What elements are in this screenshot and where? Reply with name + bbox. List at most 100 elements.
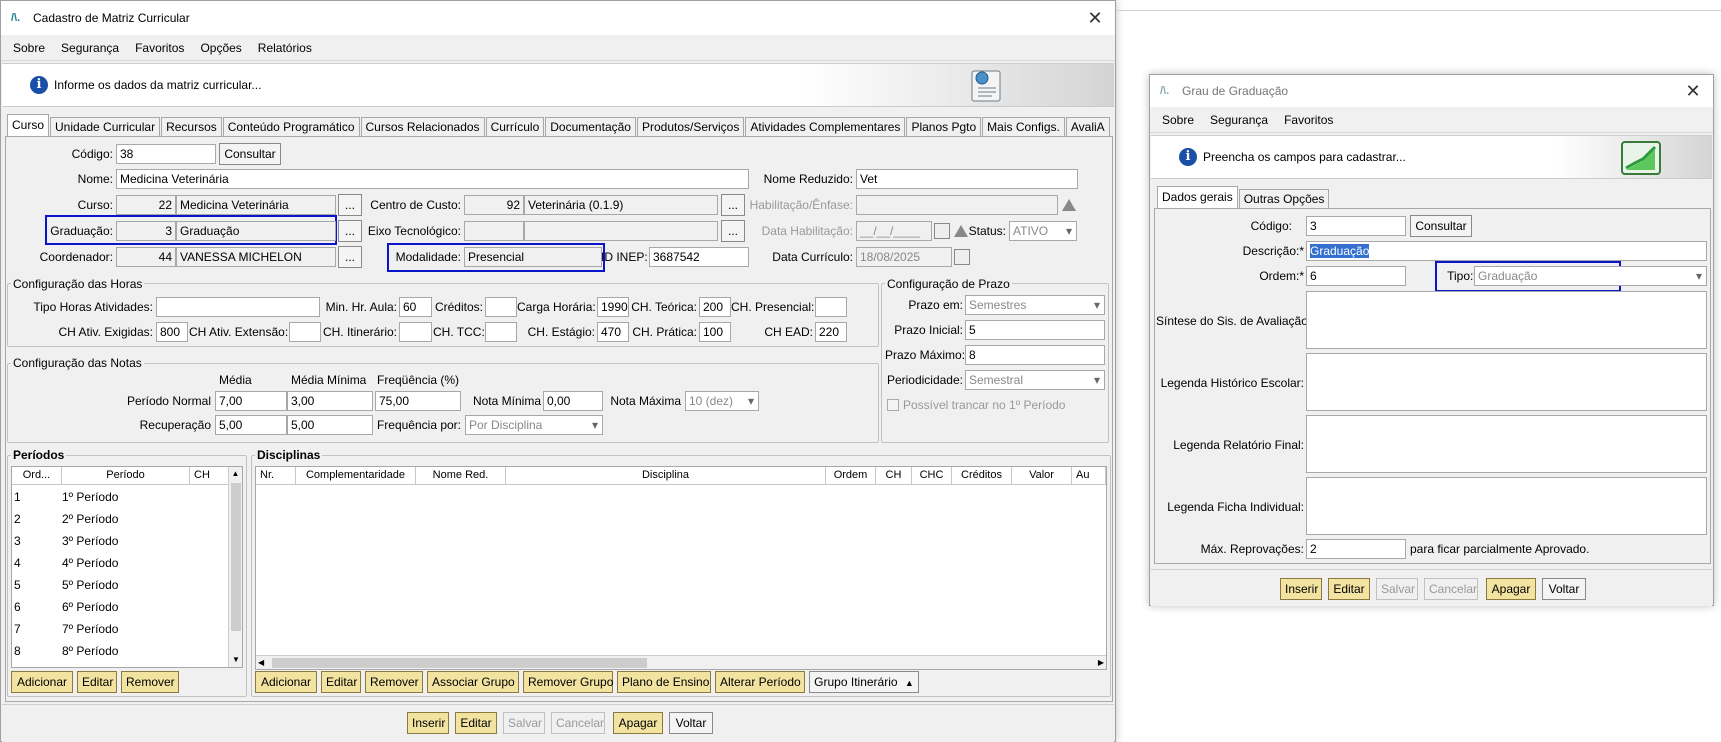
curso-lookup-button[interactable]: ...	[338, 194, 362, 216]
periodo-normal-freq-field[interactable]: 75,00	[375, 391, 461, 411]
tab-curriculo[interactable]: Currículo	[485, 117, 545, 136]
disciplinas-hscrollbar[interactable]: ◀ ▶	[256, 655, 1106, 669]
alterar-periodo-button[interactable]: Alterar Período	[715, 671, 805, 693]
salvar-button[interactable]: Salvar	[503, 712, 545, 734]
modalidade-field[interactable]: Presencial	[464, 247, 602, 267]
descricao-field[interactable]: Graduação	[1306, 241, 1707, 261]
inserir-button[interactable]: Inserir	[1280, 578, 1322, 600]
inserir-button[interactable]: Inserir	[407, 712, 449, 734]
menu-favoritos[interactable]: Favoritos	[135, 41, 184, 55]
sintese-textarea[interactable]	[1306, 291, 1707, 349]
consultar-button[interactable]: Consultar	[1410, 215, 1472, 237]
min-hr-aula-field[interactable]: 60	[399, 297, 432, 317]
tab-outras-opcoes[interactable]: Outras Opções	[1238, 189, 1330, 208]
periodos-scrollbar[interactable]: ▲ ▼	[228, 467, 242, 667]
remover-grupo-button[interactable]: Remover Grupo	[523, 671, 613, 693]
ch-ativ-exigidas-field[interactable]: 800	[156, 322, 188, 342]
table-row[interactable]: 7 7º Período	[12, 619, 228, 639]
menu-relatorios[interactable]: Relatórios	[258, 41, 312, 55]
periodos-col-periodo[interactable]: Período	[62, 467, 190, 485]
tab-dados-gerais[interactable]: Dados gerais	[1157, 186, 1238, 208]
periodo-remover-button[interactable]: Remover	[121, 671, 179, 693]
ch-presencial-field[interactable]	[815, 297, 847, 317]
centro-custo-id-field[interactable]: 92	[464, 195, 524, 215]
menu-sobre[interactable]: Sobre	[13, 41, 45, 55]
disc-editar-button[interactable]: Editar	[321, 671, 361, 693]
prazo-em-select[interactable]: Semestres	[965, 295, 1105, 315]
carga-horaria-field[interactable]: 1990	[597, 297, 629, 317]
scroll-thumb[interactable]	[231, 483, 241, 631]
legenda-relatorio-textarea[interactable]	[1306, 415, 1707, 473]
data-curriculo-field[interactable]: 18/08/2025	[856, 247, 952, 267]
salvar-button[interactable]: Salvar	[1376, 578, 1418, 600]
periodos-grid[interactable]: Ord... Período CH 1 1º Período 2 2º Períod…	[11, 466, 243, 668]
tab-conteudo-programatico[interactable]: Conteúdo Programático	[222, 117, 360, 136]
grupo-itinerario-button[interactable]: Grupo Itinerário ▲	[809, 671, 919, 693]
recuperacao-min-field[interactable]: 5,00	[287, 415, 373, 435]
legenda-historico-textarea[interactable]	[1306, 353, 1707, 411]
cancelar-button[interactable]: Cancelar	[1424, 578, 1478, 600]
disc-col-ch[interactable]: CH	[876, 467, 912, 485]
eixo-lookup-button[interactable]: ...	[721, 220, 745, 242]
coordenador-id-field[interactable]: 44	[116, 247, 176, 267]
disc-col-nr[interactable]: Nr.	[256, 467, 296, 485]
table-row[interactable]: 2 2º Período	[12, 509, 228, 529]
disc-col-valor[interactable]: Valor	[1012, 467, 1072, 485]
disc-col-chc[interactable]: CHC	[912, 467, 952, 485]
tab-curso[interactable]: Curso	[7, 114, 50, 136]
tab-atividades-complementares[interactable]: Atividades Complementares	[745, 117, 906, 136]
periodicidade-select[interactable]: Semestral	[965, 370, 1105, 390]
ch-itinerario-field[interactable]	[399, 322, 432, 342]
ch-teorica-field[interactable]: 200	[699, 297, 731, 317]
scroll-right-icon[interactable]: ▶	[1098, 656, 1104, 670]
max-reprovacoes-field[interactable]: 2	[1306, 539, 1406, 559]
creditos-field[interactable]	[485, 297, 517, 317]
table-row[interactable]: 8 8º Período	[12, 641, 228, 661]
disc-col-au[interactable]: Au	[1072, 467, 1106, 485]
menu-opcoes[interactable]: Opções	[200, 41, 241, 55]
periodo-adicionar-button[interactable]: Adicionar	[11, 671, 73, 693]
table-row[interactable]: 1 1º Período	[12, 487, 228, 507]
menu-sobre[interactable]: Sobre	[1162, 113, 1194, 127]
table-row[interactable]: 5 5º Período	[12, 575, 228, 595]
legenda-ficha-textarea[interactable]	[1306, 477, 1707, 535]
data-habilitacao-field[interactable]: __/__/____	[856, 221, 932, 241]
scroll-left-icon[interactable]: ◀	[258, 656, 264, 670]
disc-col-disciplina[interactable]: Disciplina	[506, 467, 826, 485]
table-row[interactable]: 4 4º Período	[12, 553, 228, 573]
ch-ativ-extensao-field[interactable]	[289, 322, 321, 342]
close-icon[interactable]: ✕	[1083, 6, 1107, 30]
eixo-id-field[interactable]	[464, 221, 524, 241]
menu-favoritos[interactable]: Favoritos	[1284, 113, 1333, 127]
periodos-col-ch[interactable]: CH	[190, 467, 230, 485]
menu-seguranca[interactable]: Segurança	[61, 41, 119, 55]
id-inep-field[interactable]: 3687542	[649, 247, 749, 267]
scroll-thumb[interactable]	[272, 658, 647, 668]
voltar-button[interactable]: Voltar	[669, 712, 713, 734]
associar-grupo-button[interactable]: Associar Grupo	[427, 671, 519, 693]
table-row[interactable]: 6 6º Período	[12, 597, 228, 617]
disc-remover-button[interactable]: Remover	[365, 671, 423, 693]
consultar-button[interactable]: Consultar	[219, 143, 281, 165]
graduacao-id-field[interactable]: 3	[116, 221, 176, 241]
status-select[interactable]: ATIVO	[1009, 221, 1077, 241]
close-icon[interactable]: ✕	[1681, 79, 1705, 103]
frequencia-por-select[interactable]: Por Disciplina	[465, 415, 603, 435]
disc-col-complementaridade[interactable]: Complementaridade	[296, 467, 416, 485]
apagar-button[interactable]: Apagar	[1486, 578, 1536, 600]
coordenador-lookup-button[interactable]: ...	[338, 246, 362, 268]
trancar-checkbox[interactable]	[887, 399, 899, 411]
nome-reduzido-field[interactable]: Vet	[856, 169, 1078, 189]
ch-estagio-field[interactable]: 470	[597, 322, 629, 342]
tab-recursos[interactable]: Recursos	[161, 117, 222, 136]
ch-ead-field[interactable]: 220	[815, 322, 847, 342]
graduacao-lookup-button[interactable]: ...	[338, 220, 362, 242]
codigo-field[interactable]: 38	[116, 144, 216, 164]
disc-adicionar-button[interactable]: Adicionar	[255, 671, 317, 693]
tipo-select[interactable]: Graduação	[1474, 266, 1707, 286]
tab-documentacao[interactable]: Documentação	[545, 117, 636, 136]
editar-button[interactable]: Editar	[1328, 578, 1370, 600]
scroll-up-icon[interactable]: ▲	[229, 467, 242, 481]
ordem-field[interactable]: 6	[1306, 266, 1406, 286]
tab-avalia[interactable]: AvaliA	[1065, 117, 1110, 136]
